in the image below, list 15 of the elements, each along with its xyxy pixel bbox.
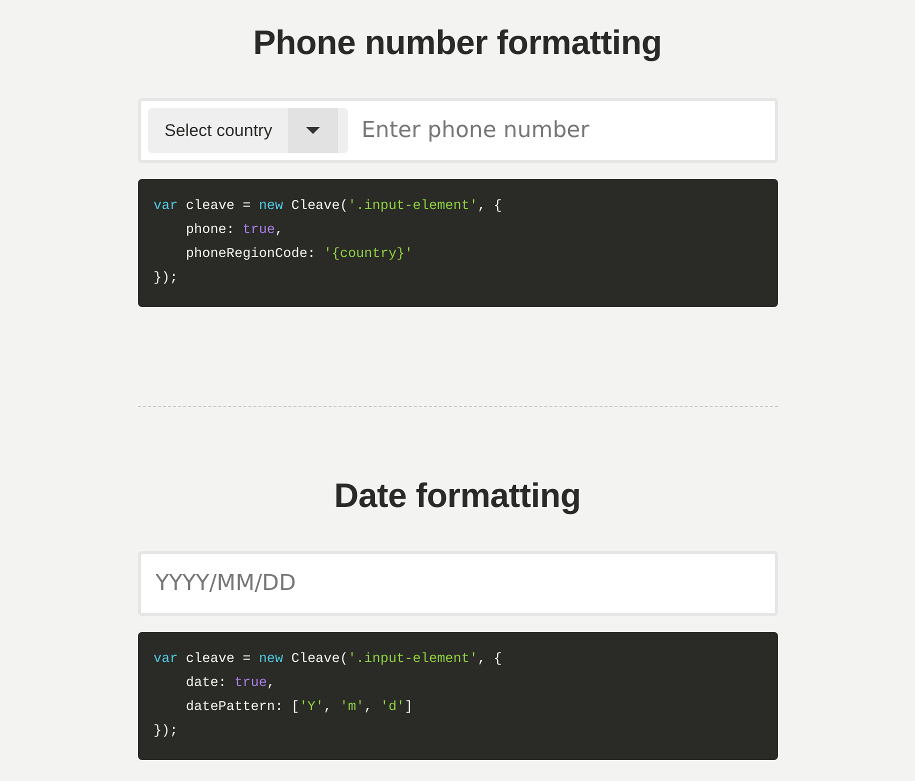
- code-line: phoneRegionCode: '{country}': [184, 246, 413, 264]
- code-line: phone: true,: [184, 222, 284, 240]
- text-input[interactable]: YYYY/MM/DD: [138, 551, 778, 616]
- code-line: date: true,: [184, 675, 276, 693]
- section-title: Phone number formatting: [252, 23, 663, 64]
- code-line: var cleave = new Cleave('.input-element', {: [154, 651, 502, 669]
- caret-icon: [306, 127, 320, 134]
- code-line: });: [154, 723, 178, 741]
- code-line: datePattern: ['Y', 'm', 'd']: [184, 699, 413, 717]
- country-select[interactable]: Select country: [148, 108, 348, 153]
- code-line: });: [154, 270, 178, 288]
- section-title: Date formatting: [333, 476, 582, 517]
- code-line: var cleave = new Cleave('.input-element', {: [154, 198, 502, 216]
- text-input[interactable]: Enter phone number: [348, 108, 768, 153]
- input-group-field[interactable]: Select country Enter phone number: [138, 98, 778, 163]
